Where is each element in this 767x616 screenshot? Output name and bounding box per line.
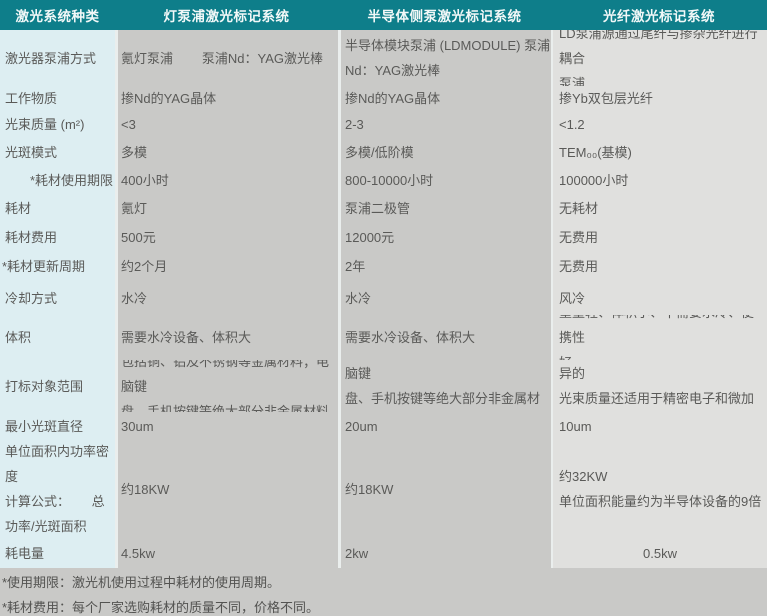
lamp-pumped-value: 多模 [118, 138, 338, 166]
table-row-cooling-method: 冷却方式 水冷 水冷 风冷 [0, 281, 767, 315]
fiber-value: TEM₀₀(基模) [553, 138, 767, 166]
row-label: 打标对象范围 [0, 360, 115, 412]
row-label: *耗材更新周期 [0, 252, 115, 281]
table-row-power-consumption: 耗电量 4.5kw 2kw 0.5kw [0, 538, 767, 568]
table-footnotes: *使用期限：激光机使用过程中耗材的使用周期。 *耗材费用：每个厂家选购耗材的质量… [0, 568, 767, 616]
fiber-value: LD泵浦源通过尾纤与掺杂光纤进行耦合 泵浦 [553, 30, 767, 86]
fiber-value: 无费用 [553, 252, 767, 281]
side-pumped-value: 12000元 [341, 223, 551, 252]
row-label: 耗材费用 [0, 223, 115, 252]
row-label: 光斑模式 [0, 138, 115, 166]
row-label: 工作物质 [0, 86, 115, 110]
table-row-pump-method: 激光器泵浦方式 氪灯泵浦 泵浦Nd：YAG激光棒 半导体模块泵浦 (LDMODU… [0, 30, 767, 86]
side-pumped-value: 约18KW [341, 440, 551, 538]
row-label: 激光器泵浦方式 [0, 30, 115, 86]
fiber-value: 约32KW 单位面积能量约为半导体设备的9倍 [553, 440, 767, 538]
fiber-value: 风冷 [553, 281, 767, 315]
row-label: 最小光斑直径 [0, 412, 115, 440]
side-pumped-value: 800-10000小时 [341, 166, 551, 194]
lamp-pumped-value: 约2个月 [118, 252, 338, 281]
table-row-min-spot-diameter: 最小光斑直径 30um 20um 10um [0, 412, 767, 440]
side-pumped-value: 2-3 [341, 110, 551, 138]
fiber-value: 无费用 [553, 223, 767, 252]
table-row-spot-mode: 光斑模式 多模 多模/低阶模 TEM₀₀(基模) [0, 138, 767, 166]
table-row-marking-target-range: 打标对象范围 包括铜、铝及不锈钢等金属材料；电脑键 盘、手机按键等绝大部分非金属… [0, 360, 767, 412]
table-body: 激光器泵浦方式 氪灯泵浦 泵浦Nd：YAG激光棒 半导体模块泵浦 (LDMODU… [0, 30, 767, 568]
header-laser-system-type: 激光系统种类 [0, 0, 115, 30]
row-label: 单位面积内功率密度 计算公式： 总 功率/光斑面积 [0, 440, 115, 538]
footnote-consumable-cost: *耗材费用：每个厂家选购耗材的质量不同，价格不同。 [2, 596, 767, 616]
fiber-value: 0.5kw [553, 538, 767, 568]
header-fiber-laser-system: 光纤激光标记系统 [551, 0, 767, 30]
lamp-pumped-value: 氪灯泵浦 泵浦Nd：YAG激光棒 [118, 30, 338, 86]
side-pumped-value: 泵浦二极管 [341, 194, 551, 223]
lamp-pumped-value: 400小时 [118, 166, 338, 194]
table-row-power-density-per-area: 单位面积内功率密度 计算公式： 总 功率/光斑面积 约18KW 约18KW 约3… [0, 440, 767, 538]
lamp-pumped-value: 30um [118, 412, 338, 440]
header-semiconductor-side-pumped-system: 半导体侧泵激光标记系统 [338, 0, 551, 30]
lamp-pumped-value: <3 [118, 110, 338, 138]
row-label: 耗材 [0, 194, 115, 223]
side-pumped-value: 掺Nd的YAG晶体 [341, 86, 551, 110]
fiber-value: 除开侧泵能适合的材料之外，其优异的 光束质量还适用于精密电子和微加工 [553, 360, 767, 412]
table-row-consumable-renewal-cycle: *耗材更新周期 约2个月 2年 无费用 [0, 252, 767, 281]
side-pumped-value: 半导体模块泵浦 (LDMODULE) 泵浦 Nd：YAG激光棒 [341, 30, 551, 86]
lamp-pumped-value: 包括铜、铝及不锈钢等金属材料；电脑键 盘、手机按键等绝大部分非金属材料 [118, 360, 338, 412]
table-row-consumable-cost: 耗材费用 500元 12000元 无费用 [0, 223, 767, 252]
side-pumped-value: 水冷 [341, 281, 551, 315]
side-pumped-value: 2kw [341, 538, 551, 568]
table-row-beam-quality: 光束质量 (m²) <3 2-3 <1.2 [0, 110, 767, 138]
fiber-value: 无耗材 [553, 194, 767, 223]
lamp-pumped-value: 500元 [118, 223, 338, 252]
row-label: 冷却方式 [0, 281, 115, 315]
row-label: 光束质量 (m²) [0, 110, 115, 138]
side-pumped-value: 多模/低阶模 [341, 138, 551, 166]
fiber-value: 10um [553, 412, 767, 440]
row-label: 体积 [0, 315, 115, 360]
lamp-pumped-value: 水冷 [118, 281, 338, 315]
row-label: 耗电量 [0, 538, 115, 568]
table-row-working-medium: 工作物质 掺Nd的YAG晶体 掺Nd的YAG晶体 掺Yb双包层光纤 [0, 86, 767, 110]
lamp-pumped-value: 氪灯 [118, 194, 338, 223]
side-pumped-value: 2年 [341, 252, 551, 281]
table-header-row: 激光系统种类 灯泵浦激光标记系统 半导体侧泵激光标记系统 光纤激光标记系统 [0, 0, 767, 30]
lamp-pumped-value: 需要水冷设备、体积大 [118, 315, 338, 360]
fiber-value: 100000小时 [553, 166, 767, 194]
lamp-pumped-value: 约18KW [118, 440, 338, 538]
footnote-usage-period: *使用期限：激光机使用过程中耗材的使用周期。 [2, 571, 767, 596]
fiber-value: <1.2 [553, 110, 767, 138]
header-lamp-pumped-system: 灯泵浦激光标记系统 [115, 0, 338, 30]
side-pumped-value: 需要水冷设备、体积大 [341, 315, 551, 360]
lamp-pumped-value: 掺Nd的YAG晶体 [118, 86, 338, 110]
side-pumped-value: 20um [341, 412, 551, 440]
table-row-consumable-lifetime: *耗材使用期限 400小时 800-10000小时 100000小时 [0, 166, 767, 194]
side-pumped-value: 包括铜、铝及不锈钢等金属材料；脑键 盘、手机按键等绝大部分非金属材料 [341, 360, 551, 412]
table-row-consumables: 耗材 氪灯 泵浦二极管 无耗材 [0, 194, 767, 223]
lamp-pumped-value: 4.5kw [118, 538, 338, 568]
fiber-value: 重量轻、体积小、不需要水冷、便携性 好 [553, 315, 767, 360]
laser-systems-comparison-table: 激光系统种类 灯泵浦激光标记系统 半导体侧泵激光标记系统 光纤激光标记系统 激光… [0, 0, 767, 616]
row-label: *耗材使用期限 [0, 166, 115, 194]
table-row-volume: 体积 需要水冷设备、体积大 需要水冷设备、体积大 重量轻、体积小、不需要水冷、便… [0, 315, 767, 360]
fiber-value: 掺Yb双包层光纤 [553, 86, 767, 110]
